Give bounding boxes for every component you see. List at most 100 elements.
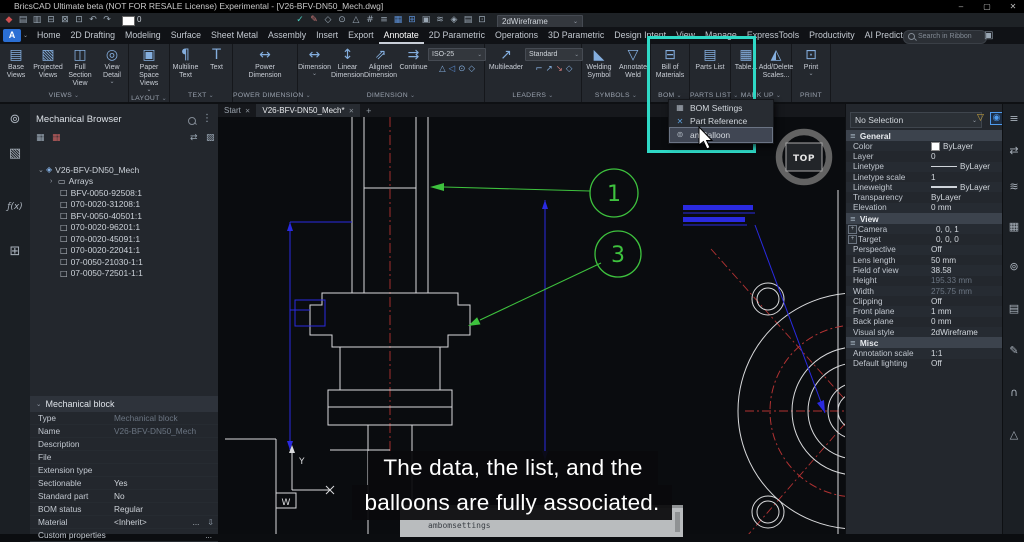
tab-close-icon[interactable]: ✕ bbox=[349, 107, 354, 115]
property-row[interactable]: Front plane 1 mm bbox=[846, 306, 1003, 317]
property-row[interactable]: Standard part No bbox=[30, 490, 218, 503]
redo-icon[interactable]: ↷ bbox=[100, 13, 114, 27]
radius-dimension-icon[interactable]: ⊙ bbox=[458, 64, 465, 74]
selection-filter-select[interactable]: No Selection ⌄ bbox=[850, 112, 982, 128]
print-button[interactable]: ⊡ Print ⌄ bbox=[792, 46, 830, 78]
multiline-text-button[interactable]: ¶ Multiline Text bbox=[170, 46, 201, 81]
block-panel-header[interactable]: ⌄ Mechanical block bbox=[30, 396, 218, 412]
grid-display-icon[interactable]: ▤ bbox=[461, 13, 475, 27]
plot-icon[interactable]: ⊡ bbox=[72, 13, 86, 27]
tab-annotate[interactable]: Annotate bbox=[379, 27, 424, 44]
visual-style-select[interactable]: 2dWireframe ⌄ bbox=[497, 14, 583, 28]
menu-item-amballoon[interactable]: ⊚ amBalloon bbox=[669, 127, 773, 143]
ellipsis-button[interactable]: ... bbox=[193, 518, 200, 527]
sheet-set-icon[interactable]: ▤ bbox=[1003, 302, 1024, 315]
current-color-swatch[interactable] bbox=[122, 16, 135, 26]
projected-views-button[interactable]: ▧ Projected Views bbox=[32, 46, 64, 81]
property-row[interactable]: + Target 0, 0, 0 bbox=[846, 234, 1003, 245]
multileader-style-select[interactable]: Standard ⌄ bbox=[525, 48, 583, 61]
tips-lightbulb-icon[interactable]: ⊚ bbox=[0, 112, 30, 127]
section-header-misc[interactable]: ≡ Misc bbox=[846, 337, 1003, 349]
warning-icon[interactable]: △ bbox=[1003, 428, 1024, 441]
welding-symbol-button[interactable]: ◣ Welding Symbol bbox=[582, 46, 616, 81]
save-icon[interactable]: ⊟ bbox=[44, 13, 58, 27]
tab-surface[interactable]: Surface bbox=[166, 27, 206, 44]
property-row[interactable]: Name V26-BFV-DN50_Mech bbox=[30, 425, 218, 438]
search-icon[interactable] bbox=[188, 117, 196, 125]
ortho-toggle-icon[interactable]: ≡ bbox=[377, 13, 391, 27]
esnap-toggle-icon[interactable]: ⊙ bbox=[335, 13, 349, 27]
group-label-print[interactable]: PRINT bbox=[792, 91, 830, 102]
tree-item[interactable]: □ 070-0020-96201:1 bbox=[30, 222, 218, 234]
new-file-icon[interactable]: ▤ bbox=[16, 13, 30, 27]
tab-2d-parametric[interactable]: 2D Parametric bbox=[424, 27, 490, 44]
filter-funnel-icon[interactable]: ▽ bbox=[977, 113, 984, 123]
section-header-view[interactable]: ≡ View bbox=[846, 213, 1003, 225]
parameters-icon[interactable]: ƒ(x) bbox=[0, 202, 30, 212]
quad-toggle-icon[interactable]: ▣ bbox=[419, 13, 433, 27]
paper-space-views-button[interactable]: ▣ Paper Space Views ⌄ bbox=[129, 46, 169, 94]
tab-manage[interactable]: Manage bbox=[700, 27, 742, 44]
tree-item[interactable]: □ BFV-0050-92508:1 bbox=[30, 187, 218, 199]
table-button[interactable]: ▦ Table... bbox=[731, 46, 761, 73]
full-section-view-button[interactable]: ◫ Full Section View bbox=[64, 46, 96, 89]
property-row[interactable]: Field of view 38.58 bbox=[846, 265, 1003, 276]
group-label-dimension[interactable]: DIMENSION ⌄ bbox=[298, 91, 484, 102]
tab-assembly[interactable]: Assembly bbox=[263, 27, 311, 44]
tab-home[interactable]: Home bbox=[32, 27, 65, 44]
property-row[interactable]: Description bbox=[30, 438, 218, 451]
property-row[interactable]: Linetype scale 1 bbox=[846, 172, 1003, 182]
property-row[interactable]: Type Mechanical block bbox=[30, 412, 218, 425]
expander-icon[interactable]: + bbox=[848, 235, 857, 245]
property-row[interactable]: Color ByLayer bbox=[846, 141, 1003, 152]
tab-productivity[interactable]: Productivity bbox=[804, 27, 859, 44]
balloon-1[interactable]: 1 bbox=[430, 168, 639, 218]
ribbon-panel-toggle-icon[interactable]: ▣ bbox=[984, 30, 993, 41]
browser-filter-red-icon[interactable]: ▦ bbox=[52, 133, 61, 143]
property-row[interactable]: Layer 0 bbox=[846, 151, 1003, 161]
tree-folder-arrays[interactable]: › ▭ Arrays bbox=[30, 176, 218, 188]
browser-sync-icon[interactable]: ⇄ bbox=[190, 133, 198, 143]
drawing-area[interactable]: Start ✕ V26-BFV-DN50_Mech* ✕ + 1 3 TOP Y… bbox=[218, 104, 845, 537]
tablet-toggle-icon[interactable]: ⊞ bbox=[405, 13, 419, 27]
tab-export[interactable]: Export bbox=[343, 27, 378, 44]
property-row[interactable]: Height 195.33 mm bbox=[846, 276, 1003, 286]
browser-preview-icon[interactable]: ▨ bbox=[206, 133, 215, 143]
property-row[interactable]: Back plane 0 mm bbox=[846, 317, 1003, 327]
doc-tab-start[interactable]: Start ✕ bbox=[218, 104, 256, 117]
view-detail-button[interactable]: ◎ View Detail ⌄ bbox=[96, 46, 128, 86]
tree-item[interactable]: □ BFV-0050-40501:1 bbox=[30, 210, 218, 222]
maximize-button[interactable]: ▢ bbox=[978, 0, 996, 13]
expander-icon[interactable]: + bbox=[848, 224, 857, 234]
tab-expresstools[interactable]: ExpressTools bbox=[742, 27, 804, 44]
minimize-button[interactable]: – bbox=[952, 0, 970, 13]
leader-remove-icon[interactable]: ↘ bbox=[556, 64, 563, 74]
selection-toggle-icon[interactable]: ✓ bbox=[293, 13, 307, 27]
cloud-icon[interactable]: ∩ bbox=[1003, 386, 1024, 399]
add-delete-scales-button[interactable]: ◭ Add/Delete Scales... bbox=[759, 46, 794, 81]
leader-add-icon[interactable]: ⌐ bbox=[536, 64, 543, 74]
application-menu-button[interactable]: A bbox=[3, 29, 21, 42]
property-row[interactable]: Visual style 2dWireframe bbox=[846, 327, 1003, 338]
property-row[interactable]: Default lighting Off bbox=[846, 359, 1003, 369]
property-row[interactable]: + Camera 0, 0, 1 bbox=[846, 224, 1003, 235]
blocks-panel-icon[interactable]: ⊞ bbox=[0, 244, 30, 259]
property-row[interactable]: Custom properties ... bbox=[30, 529, 218, 542]
tab-3d-parametric[interactable]: 3D Parametric bbox=[543, 27, 609, 44]
property-row[interactable]: Transparency ByLayer bbox=[846, 192, 1003, 202]
balloon-3[interactable]: 3 bbox=[468, 230, 642, 326]
polar-toggle-icon[interactable]: △ bbox=[349, 13, 363, 27]
tree-item[interactable]: □ 070-0020-31208:1 bbox=[30, 199, 218, 211]
aligned-dimension-button[interactable]: ⇗ Aligned Dimension bbox=[364, 46, 397, 81]
ruler-toggle-icon[interactable]: ≋ bbox=[433, 13, 447, 27]
property-row[interactable]: Elevation 0 mm bbox=[846, 202, 1003, 214]
lineweight-toggle-icon[interactable]: ▦ bbox=[391, 13, 405, 27]
base-views-button[interactable]: ▤ Base Views bbox=[0, 46, 32, 81]
section-header-general[interactable]: ≡ General bbox=[846, 130, 1003, 141]
bill-of-materials-button[interactable]: ⊟ Bill of Materials bbox=[651, 46, 689, 81]
properties-menu-icon[interactable]: ≡ bbox=[1003, 112, 1024, 125]
command-scrollbar[interactable] bbox=[675, 512, 680, 532]
leader-align-icon[interactable]: ↗ bbox=[546, 64, 553, 74]
angular-dimension-icon[interactable]: △ bbox=[439, 64, 446, 74]
dimension-style-select[interactable]: ISO-25 ⌄ bbox=[428, 48, 486, 61]
